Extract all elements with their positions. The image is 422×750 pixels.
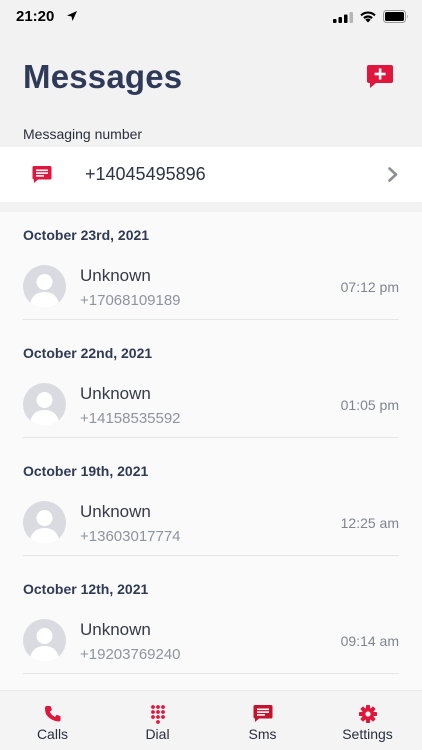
gear-icon: [358, 705, 377, 723]
conversation-row[interactable]: Unknown +19203769240 09:14 am: [23, 608, 399, 674]
tab-label: Sms: [248, 726, 277, 742]
date-header: October 19th, 2021: [23, 463, 149, 479]
tab-label: Calls: [36, 726, 69, 742]
contact-phone: +13603017774: [80, 528, 181, 545]
message-time: 12:25 am: [340, 515, 399, 531]
message-time: 07:12 pm: [340, 279, 399, 295]
contact-name: Unknown: [80, 266, 151, 285]
contact-name: Unknown: [80, 620, 151, 639]
contact-phone: +19203769240: [80, 646, 181, 663]
contact-phone: +14158535592: [80, 410, 181, 427]
status-bar: 21:20: [0, 0, 422, 36]
conversation-row[interactable]: Unknown +14158535592 01:05 pm: [23, 372, 399, 438]
contact-name: Unknown: [80, 502, 151, 521]
message-time: 09:14 am: [340, 633, 399, 649]
tab-bar: Calls Dial Sms Settings: [0, 690, 422, 750]
page-title: Messages: [23, 58, 183, 95]
new-message-button[interactable]: [366, 64, 394, 90]
avatar: [23, 383, 66, 426]
conversation-row[interactable]: Unknown +13603017774 12:25 am: [23, 490, 399, 556]
tab-label: Settings: [342, 726, 393, 742]
chevron-right-icon: [388, 167, 398, 182]
contact-name: Unknown: [80, 384, 151, 403]
avatar: [23, 619, 66, 662]
cellular-signal-icon: [333, 12, 353, 23]
status-time: 21:20: [16, 8, 55, 25]
messaging-number-row[interactable]: +14045495896: [0, 147, 422, 202]
avatar: [23, 501, 66, 544]
location-arrow-icon: [67, 11, 77, 21]
battery-icon: [383, 10, 408, 23]
messaging-number-value: +14045495896: [85, 164, 206, 184]
tab-calls[interactable]: Calls: [0, 691, 105, 750]
date-header: October 23rd, 2021: [23, 227, 150, 243]
date-header: October 12th, 2021: [23, 581, 149, 597]
messaging-number-label: Messaging number: [23, 126, 143, 142]
tab-label: Dial: [145, 726, 170, 742]
sms-icon: [32, 166, 52, 183]
avatar: [23, 265, 66, 308]
tab-sms[interactable]: Sms: [210, 691, 315, 750]
conversation-row[interactable]: Unknown +17068109189 07:12 pm: [23, 254, 399, 320]
wifi-icon: [360, 11, 376, 23]
tab-dial[interactable]: Dial: [105, 691, 210, 750]
phone-icon: [44, 706, 60, 722]
conversation-list: October 23rd, 2021 Unknown +17068109189 …: [0, 212, 422, 690]
dialpad-icon: [150, 705, 165, 724]
tab-settings[interactable]: Settings: [315, 691, 420, 750]
message-time: 01:05 pm: [340, 397, 399, 413]
contact-phone: +17068109189: [80, 292, 181, 309]
date-header: October 22nd, 2021: [23, 345, 153, 361]
sms-icon: [253, 705, 272, 722]
